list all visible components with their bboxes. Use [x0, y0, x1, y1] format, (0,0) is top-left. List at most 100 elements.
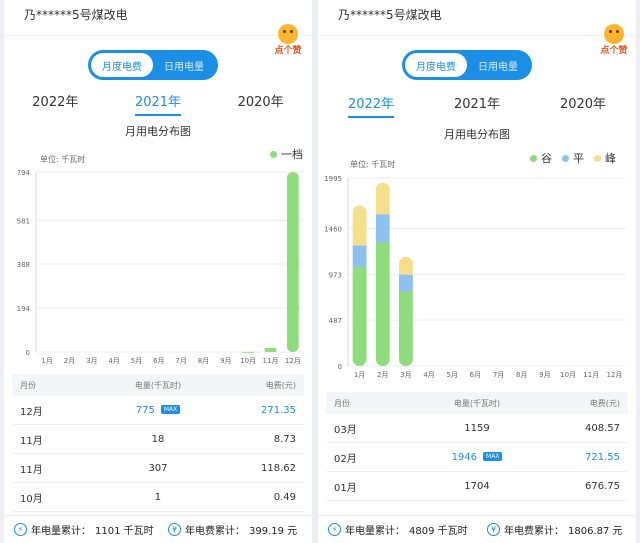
bar-segment — [375, 182, 390, 215]
row-month: 12月 — [20, 406, 43, 418]
table-row[interactable]: 11月 307 118.62 — [12, 454, 304, 483]
annual-power-value: 1101 千瓦时 — [95, 526, 154, 537]
legend: 谷 平 峰 — [530, 150, 616, 166]
row-fee: 408.57 — [584, 422, 620, 434]
row-fee: 676.75 — [584, 480, 620, 492]
row-month: 01月 — [334, 482, 357, 494]
table-row[interactable]: 10月 1 0.49 — [12, 483, 304, 512]
right-panel: 乃******5号煤改电 点个赞 月度电费 日用电量 2022年 2021年 2… — [318, 0, 636, 543]
view-toggle: 月度电费 日用电量 — [88, 50, 218, 80]
view-toggle: 月度电费 日用电量 — [402, 50, 532, 80]
x-tick-label: 4月 — [423, 371, 434, 379]
row-power: 1704 — [464, 480, 490, 492]
year-2022[interactable]: 2022年 — [32, 91, 78, 116]
bar-segment — [352, 267, 367, 366]
col-fee: 电费(元) — [589, 398, 620, 408]
year-2020[interactable]: 2020年 — [560, 93, 606, 118]
annual-power-value: 4809 千瓦时 — [409, 526, 468, 537]
table-row[interactable]: 03月 1159 408.57 — [326, 414, 628, 443]
x-tick-label: 7月 — [493, 371, 504, 379]
table-header: 月份 电量(千瓦时) 电费(元) — [326, 392, 628, 414]
usage-table: 月份 电量(千瓦时) 电费(元) 03月 1159 408.57 02月 194… — [326, 392, 628, 501]
row-fee: 0.49 — [273, 491, 296, 503]
annual-fee-value: 399.19 元 — [249, 526, 298, 537]
x-tick-label: 11月 — [263, 357, 279, 365]
annual-fee-label: 年电费累计： — [504, 526, 564, 537]
monthly-chart: 0 194 388 581 794 1月 2月 3月 4月 5月 6月 7月 8月 9月 10月 11月 12月 — [17, 169, 304, 365]
row-month: 11月 — [20, 435, 43, 447]
x-tick-label: 4月 — [108, 357, 119, 365]
row-power: 307 — [148, 462, 168, 474]
annual-summary: ⚡ 年电量累计： 1101 千瓦时 ¥ 年电费累计： 399.19 元 — [4, 515, 312, 543]
y-tick-label: 1995 — [324, 175, 342, 183]
row-month: 03月 — [334, 424, 357, 436]
table-row[interactable]: 02月 1946 MAX 721.55 — [326, 443, 628, 472]
bar-segment — [398, 291, 413, 366]
x-tick-label: 5月 — [447, 371, 458, 379]
legend-item-peak: 峰 — [594, 150, 616, 166]
annual-fee: ¥ 年电费累计： 1806.87 元 — [477, 522, 636, 537]
year-2020[interactable]: 2020年 — [238, 91, 284, 116]
bar-segment — [286, 172, 299, 352]
legend-dot — [562, 154, 569, 162]
row-power: 1159 — [464, 422, 490, 434]
x-tick-label: 12月 — [285, 357, 301, 365]
tab-monthly-fee[interactable]: 月度电费 — [405, 53, 467, 77]
table-row[interactable]: 11月 18 8.73 — [12, 425, 304, 454]
row-fee: 8.73 — [273, 433, 296, 445]
bar-segment — [352, 245, 367, 268]
x-tick-label: 12月 — [606, 371, 622, 379]
x-tick-label: 6月 — [153, 357, 164, 365]
y-tick-label: 194 — [17, 305, 31, 313]
x-tick-label: 2月 — [64, 357, 75, 365]
table-row[interactable]: 12月 775 MAX 271.35 — [12, 396, 304, 425]
row-fee: 271.35 — [260, 404, 296, 416]
legend-dot — [270, 150, 277, 158]
legend-item-valley: 谷 — [530, 150, 552, 166]
col-power: 电量(千瓦时) — [134, 380, 182, 390]
account-name: 乃******5号煤改电 — [338, 8, 442, 22]
table-row[interactable]: 01月 1704 676.75 — [326, 472, 628, 501]
monthly-chart: 0 487 973 1460 1995 1月 2月 3月 4月 5月 6月 7月 8月 9月 10月 11月 1… — [324, 175, 626, 379]
x-tick-label: 9月 — [539, 371, 550, 379]
annual-fee-value: 1806.87 元 — [568, 526, 623, 537]
account-bar: 乃******5号煤改电 — [318, 0, 636, 36]
year-2022[interactable]: 2022年 — [347, 93, 395, 118]
year-selector: 2022年 2021年 2020年 — [4, 91, 312, 116]
bar-segment — [264, 347, 277, 352]
x-tick-label: 1月 — [41, 357, 52, 365]
col-month: 月份 — [20, 380, 36, 390]
x-tick-label: 3月 — [400, 371, 411, 379]
col-fee: 电费(元) — [265, 380, 296, 390]
mascot-label: 点个赞 — [274, 46, 302, 56]
mascot-label: 点个赞 — [600, 46, 628, 56]
annual-summary: ⚡ 年电量累计： 4809 千瓦时 ¥ 年电费累计： 1806.87 元 — [318, 515, 636, 543]
bar-segment — [398, 256, 413, 275]
row-power: 1 — [154, 491, 162, 503]
tab-daily-usage[interactable]: 日用电量 — [153, 53, 215, 77]
year-2021[interactable]: 2021年 — [134, 91, 182, 116]
lightning-icon: ⚡ — [14, 523, 27, 536]
account-bar: 乃******5号煤改电 — [4, 0, 312, 36]
like-mascot-button[interactable]: 点个赞 — [594, 24, 634, 56]
row-power: 18 — [151, 433, 165, 445]
x-tick-label: 10月 — [240, 357, 256, 365]
legend-label: 谷 — [541, 152, 552, 165]
year-2021[interactable]: 2021年 — [454, 93, 500, 118]
like-mascot-button[interactable]: 点个赞 — [268, 24, 308, 56]
legend-label: 峰 — [605, 152, 616, 165]
row-month: 10月 — [20, 493, 43, 505]
y-tick-label: 973 — [329, 271, 342, 279]
x-tick-label: 3月 — [86, 357, 97, 365]
usage-table: 月份 电量(千瓦时) 电费(元) 12月 775 MAX 271.35 11月 1… — [12, 374, 304, 512]
legend-item-tier1: 一档 — [270, 146, 303, 162]
bar-segment — [242, 351, 255, 353]
account-name: 乃******5号煤改电 — [24, 8, 128, 22]
annual-power: ⚡ 年电量累计： 1101 千瓦时 — [4, 522, 158, 537]
tab-daily-usage[interactable]: 日用电量 — [467, 53, 529, 77]
smile-icon — [278, 24, 298, 44]
left-panel: 乃******5号煤改电 点个赞 月度电费 日用电量 2022年 2021年 2… — [4, 0, 312, 543]
table-header: 月份 电量(千瓦时) 电费(元) — [12, 374, 304, 396]
bar-segment — [398, 274, 413, 292]
tab-monthly-fee[interactable]: 月度电费 — [91, 53, 153, 77]
